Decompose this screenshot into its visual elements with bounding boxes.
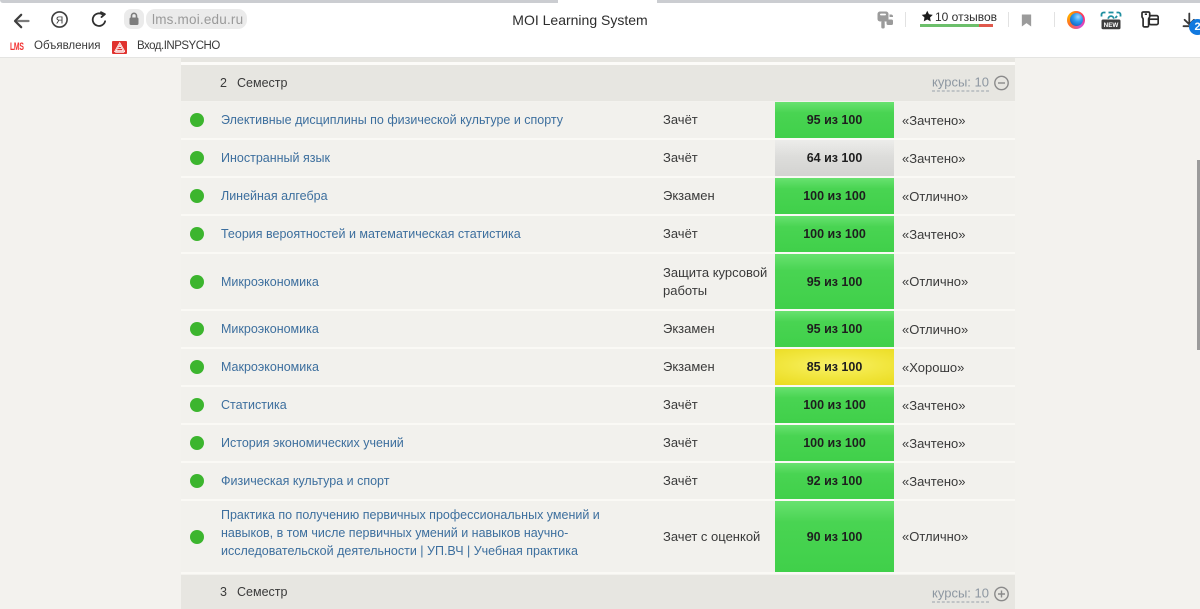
svg-text:NEW: NEW <box>1104 22 1119 29</box>
svg-text:Я: Я <box>56 14 64 26</box>
